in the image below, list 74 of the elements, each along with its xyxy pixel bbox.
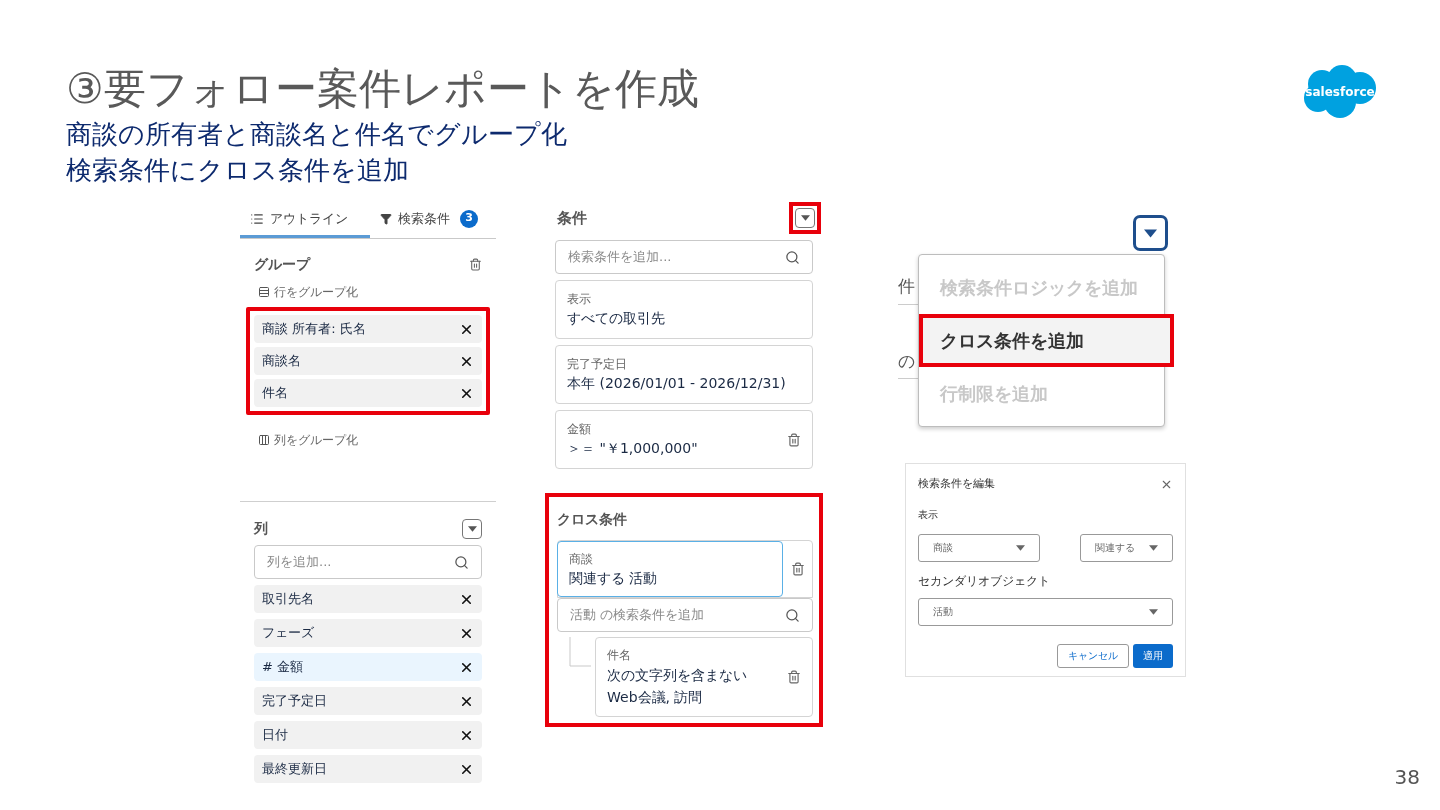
- search-field[interactable]: 活動 の検索条件を追加: [557, 598, 813, 632]
- dropdown-button[interactable]: [795, 208, 815, 228]
- filter-card[interactable]: 表示 すべての取引先: [555, 280, 813, 339]
- filter-value: ＞＝ "￥1,000,000": [567, 439, 698, 458]
- count-badge: 3: [460, 209, 478, 228]
- dropdown-triangle-icon: [1016, 544, 1025, 551]
- select-field[interactable]: 関連する: [1080, 533, 1173, 562]
- section-title: グループ: [254, 255, 310, 274]
- section-title: クロス条件: [557, 510, 628, 529]
- search-placeholder: 列を追加...: [267, 553, 332, 572]
- dropdown-triangle-icon: [1149, 544, 1158, 551]
- filter-label: 件名: [607, 647, 632, 664]
- filter-label: 完了予定日: [567, 356, 628, 373]
- search-icon: [785, 607, 800, 623]
- rows-icon: [258, 286, 270, 298]
- search-field[interactable]: 列を追加...: [254, 545, 482, 579]
- menu-item[interactable]: クロス条件を追加: [919, 314, 1174, 367]
- row-group-label: 行をグループ化: [274, 284, 358, 301]
- field-label: セカンダリオブジェクト: [918, 572, 1051, 590]
- column-row[interactable]: # 金額: [254, 653, 482, 681]
- filter-card[interactable]: 件名 次の文字列を含まない Web会議, 訪問: [595, 637, 813, 717]
- list-icon: [250, 211, 264, 226]
- column-row[interactable]: 最終更新日: [254, 755, 482, 783]
- dropdown-triangle-icon: [1144, 228, 1157, 238]
- column-row[interactable]: 取引先名: [254, 585, 482, 613]
- field-label: 表示: [918, 507, 939, 522]
- search-placeholder: 活動 の検索条件を追加: [570, 606, 705, 625]
- select-field[interactable]: 活動: [918, 597, 1173, 626]
- slide-subtitle: 商談の所有者と商談名と件名でグループ化: [66, 118, 568, 151]
- trash-icon[interactable]: [469, 258, 482, 271]
- search-icon: [785, 249, 800, 265]
- search-icon: [454, 554, 469, 570]
- filter-value: 本年 (2026/01/01 - 2026/12/31): [567, 374, 786, 393]
- group-row[interactable]: 商談名: [254, 347, 482, 375]
- slide-title: ③要フォロー案件レポートを作成: [66, 63, 699, 115]
- filter-label: 商談: [569, 551, 594, 568]
- apply-button[interactable]: 適用: [1133, 643, 1173, 668]
- select-field[interactable]: 商談: [918, 533, 1040, 562]
- slide-subtitle: 検索条件にクロス条件を追加: [66, 154, 410, 187]
- dropdown-triangle-icon: [800, 215, 810, 221]
- filter-card[interactable]: 金額 ＞＝ "￥1,000,000": [555, 410, 813, 469]
- columns-icon: [258, 434, 270, 446]
- dropdown-triangle-icon: [467, 525, 477, 532]
- connector-line: [569, 637, 591, 667]
- panel-tab[interactable]: 検索条件 3: [370, 202, 488, 238]
- dropdown-triangle-icon: [1149, 608, 1158, 615]
- dropdown-button[interactable]: [1133, 215, 1168, 251]
- column-row[interactable]: フェーズ: [254, 619, 482, 647]
- panel-tab[interactable]: アウトライン: [240, 202, 370, 238]
- section-title: 条件: [557, 207, 587, 229]
- filter-label: 表示: [567, 291, 592, 308]
- section-title: 列: [254, 519, 268, 538]
- column-row[interactable]: 日付: [254, 721, 482, 749]
- trash-icon[interactable]: [787, 670, 801, 684]
- filter-label: 金額: [567, 421, 592, 438]
- column-group-label: 列をグループ化: [274, 432, 358, 449]
- group-row[interactable]: 商談 所有者: 氏名: [254, 315, 482, 343]
- filter-value: 関連する 活動: [569, 569, 659, 588]
- dropdown-button[interactable]: [462, 518, 482, 539]
- filter-value: Web会議, 訪問: [607, 688, 704, 707]
- trash-icon[interactable]: [787, 432, 801, 447]
- filter-card[interactable]: 完了予定日 本年 (2026/01/01 - 2026/12/31): [555, 345, 813, 404]
- filter-value: すべての取引先: [567, 309, 665, 328]
- dialog-title: 検索条件を編集: [918, 476, 995, 492]
- filter-icon: [380, 212, 392, 225]
- page-number: 38: [1394, 764, 1420, 791]
- search-field[interactable]: 検索条件を追加...: [555, 240, 813, 274]
- search-placeholder: 検索条件を追加...: [568, 248, 672, 267]
- trash-icon[interactable]: [791, 562, 805, 576]
- group-row[interactable]: 件名: [254, 379, 482, 407]
- logo-text: salesforce: [1305, 84, 1375, 101]
- column-row[interactable]: 完了予定日: [254, 687, 482, 715]
- cancel-button[interactable]: キャンセル: [1057, 643, 1129, 668]
- filter-value: 次の文字列を含まない: [607, 666, 747, 685]
